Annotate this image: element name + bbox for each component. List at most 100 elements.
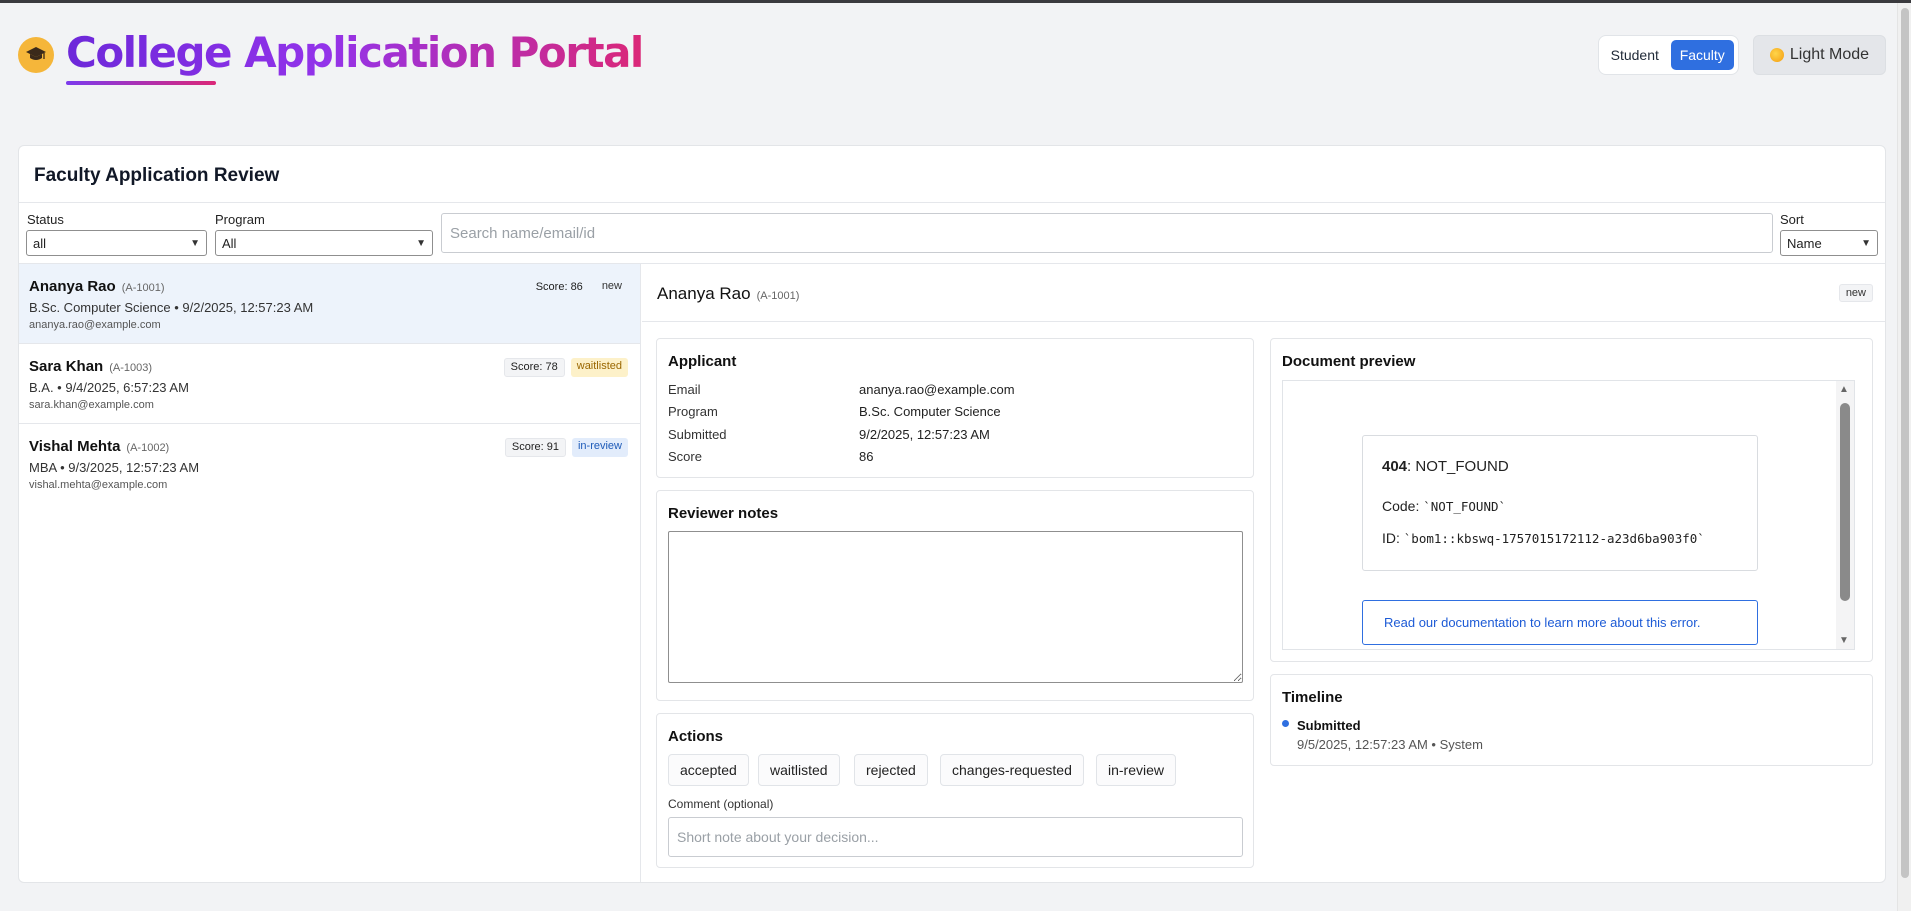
applicant-name-text: Vishal Mehta (29, 438, 121, 455)
detail-name: Ananya Rao (A-1001) (657, 284, 799, 304)
error-id-value: `bom1::kbswq-1757015172112-a23d6ba903f0` (1403, 531, 1705, 546)
field-label: Program (668, 404, 718, 419)
applicant-id: (A-1002) (126, 442, 170, 454)
field-value: ananya.rao@example.com (859, 382, 1015, 397)
program-select-value: All (222, 235, 237, 251)
title-underline (66, 81, 216, 85)
status-badge: new (1838, 284, 1873, 302)
applicant-badges: Score: 91 in-review (504, 438, 628, 457)
field-label: Email (668, 382, 701, 397)
card-title: Document preview (1282, 353, 1416, 370)
scroll-down-arrow-icon[interactable]: ▼ (1839, 635, 1849, 646)
applicant-email: sara.khan@example.com (29, 399, 154, 411)
detail-name-text: Ananya Rao (657, 284, 751, 303)
rejected-button[interactable]: rejected (854, 754, 928, 786)
divider (19, 202, 1885, 203)
timeline-event-title: Submitted (1297, 718, 1361, 733)
field-label: Score (668, 449, 702, 464)
panel-title: Faculty Application Review (34, 165, 280, 186)
comment-label: Comment (optional) (668, 797, 774, 811)
applicant-badges: Score: 86 new (529, 278, 628, 297)
status-filter-label: Status (27, 212, 64, 227)
scroll-up-arrow-icon[interactable]: ▲ (1839, 384, 1849, 395)
document-preview-frame[interactable]: 404: NOT_FOUND Code: `NOT_FOUND` ID: `bo… (1282, 380, 1855, 650)
sort-select[interactable]: Name ▼ (1780, 230, 1878, 256)
page-scrollbar[interactable] (1897, 3, 1911, 911)
applicant-id: (A-1003) (109, 362, 152, 374)
app-header: College Application Portal (18, 27, 644, 87)
reviewer-notes-card: Reviewer notes (656, 490, 1254, 701)
chevron-down-icon: ▼ (1861, 237, 1871, 249)
applicant-list: Ananya Rao (A-1001) B.Sc. Computer Scienc… (19, 264, 641, 882)
card-title: Reviewer notes (668, 505, 779, 522)
changes-requested-button[interactable]: changes-requested (940, 754, 1084, 786)
program-filter-label: Program (215, 212, 265, 227)
accepted-button[interactable]: accepted (668, 754, 749, 786)
role-student-button[interactable]: Student (1603, 40, 1667, 70)
applicant-program-date: MBA • 9/3/2025, 12:57:23 AM (29, 460, 200, 475)
applicant-email: vishal.mehta@example.com (29, 479, 168, 491)
sun-icon (1769, 48, 1784, 62)
actions-card: Actions accepted waitlisted rejected cha… (656, 713, 1254, 868)
document-preview-card: Document preview 404: NOT_FOUND Code: `N… (1270, 338, 1873, 662)
field-label: Submitted (668, 427, 727, 442)
status-badge: in-review (571, 438, 628, 457)
detail-header: Ananya Rao (A-1001) new (642, 264, 1885, 322)
app-title: College Application Portal (66, 28, 644, 77)
applicant-card: Applicant Email ananya.rao@example.com P… (656, 338, 1254, 478)
error-id-label: ID: (1382, 530, 1404, 546)
applicant-program-date: B.Sc. Computer Science • 9/2/2025, 12:57… (29, 300, 314, 315)
program-select[interactable]: All ▼ (215, 230, 433, 256)
error-code-value: `NOT_FOUND` (1423, 499, 1507, 514)
applicant-list-item[interactable]: Sara Khan (A-1003) B.A. • 9/4/2025, 6:57:… (19, 344, 640, 424)
scroll-thumb[interactable] (1840, 403, 1850, 601)
documentation-link[interactable]: Read our documentation to learn more abo… (1362, 600, 1758, 645)
error-code-line: Code: `NOT_FOUND` (1382, 498, 1506, 514)
card-title: Actions (668, 728, 724, 745)
score-badge: Score: 91 (504, 438, 566, 457)
status-badge: waitlisted (570, 358, 628, 377)
comment-input[interactable] (668, 817, 1243, 857)
waitlisted-button[interactable]: waitlisted (758, 754, 840, 786)
timeline-event-meta: 9/5/2025, 12:57:23 AM • System (1297, 737, 1483, 752)
applicant-id: (A-1001) (121, 282, 165, 294)
graduation-cap-icon (18, 37, 54, 73)
role-toggle: Student Faculty (1598, 35, 1739, 75)
role-faculty-button[interactable]: Faculty (1670, 40, 1734, 70)
applicant-name-text: Ananya Rao (29, 278, 116, 295)
theme-toggle-button[interactable]: Light Mode (1753, 35, 1886, 75)
timeline-card: Timeline Submitted 9/5/2025, 12:57:23 AM… (1270, 674, 1873, 766)
error-title-text: : NOT_FOUND (1407, 458, 1509, 475)
field-value: 86 (859, 449, 874, 464)
applicant-name-text: Sara Khan (29, 358, 104, 375)
applicant-list-item[interactable]: Vishal Mehta (A-1002) MBA • 9/3/2025, 12:… (19, 424, 640, 504)
applicant-email: ananya.rao@example.com (29, 319, 161, 331)
detail-id: (A-1001) (756, 290, 800, 302)
card-title: Applicant (668, 353, 737, 370)
status-select-value: all (33, 235, 47, 251)
sort-select-value: Name (1787, 235, 1822, 251)
field-value: 9/2/2025, 12:57:23 AM (859, 427, 990, 442)
chevron-down-icon: ▼ (416, 237, 426, 249)
field-value: B.Sc. Computer Science (859, 404, 1001, 419)
sort-label: Sort (1780, 212, 1804, 227)
review-panel: Faculty Application Review Status all ▼ … (18, 145, 1886, 883)
page-scroll-thumb[interactable] (1901, 8, 1909, 878)
preview-scrollbar[interactable]: ▲ ▼ (1836, 381, 1854, 649)
status-badge: new (601, 280, 622, 292)
reviewer-notes-textarea[interactable] (668, 531, 1243, 683)
error-code: 404 (1382, 458, 1408, 475)
search-input[interactable] (441, 213, 1773, 253)
status-select[interactable]: all ▼ (26, 230, 207, 256)
applicant-badges: Score: 78 waitlisted (503, 358, 628, 377)
applicant-detail: Ananya Rao (A-1001) new Applicant Email a… (642, 264, 1885, 882)
score-badge: Score: 78 (503, 358, 565, 377)
error-title: 404: NOT_FOUND (1382, 458, 1509, 475)
timeline-dot-icon (1282, 720, 1289, 727)
in-review-button[interactable]: in-review (1096, 754, 1177, 786)
theme-label: Light Mode (1789, 46, 1870, 63)
applicant-list-item[interactable]: Ananya Rao (A-1001) B.Sc. Computer Scienc… (19, 264, 640, 344)
card-title: Timeline (1282, 689, 1343, 706)
error-code-label: Code: (1382, 498, 1424, 514)
score-badge: Score: 86 (535, 281, 583, 293)
